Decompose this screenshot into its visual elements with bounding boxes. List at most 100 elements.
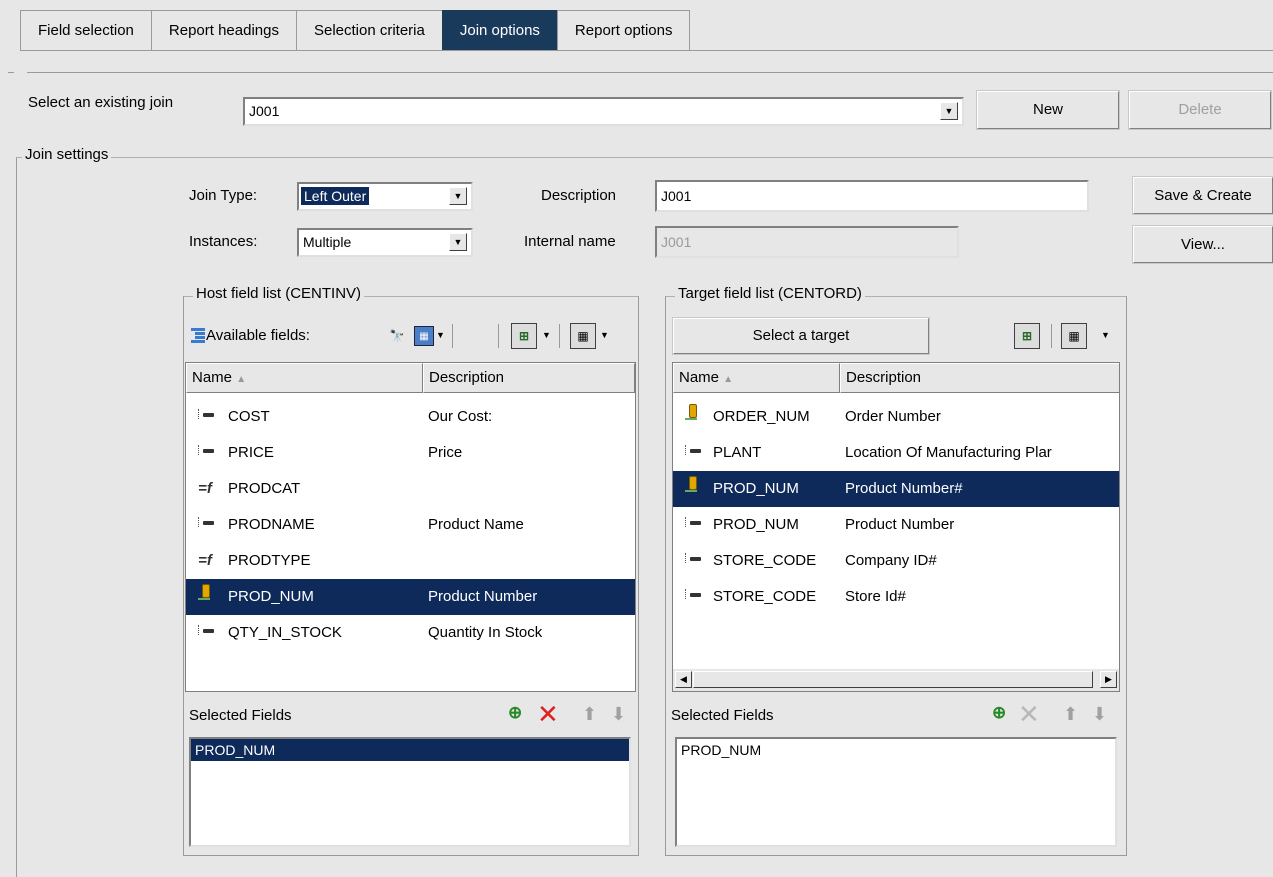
move-up-icon[interactable]: ⬆ (1063, 704, 1078, 724)
table-row[interactable]: ORDER_NUM Order Number (673, 399, 1119, 435)
save-create-button[interactable]: Save & Create (1132, 176, 1273, 215)
chevron-down-icon[interactable]: ▼ (436, 330, 445, 340)
tree-view-icon[interactable]: ⊞ (1014, 323, 1040, 349)
host-field-table: Name ▲ Description COST Our Cost: PRICE Pri… (185, 362, 636, 692)
field-name: PROD_NUM (228, 588, 314, 605)
field-description: Store Id# (845, 588, 906, 605)
binoculars-icon[interactable]: 🔭 (386, 326, 408, 348)
view-button[interactable]: View... (1132, 225, 1273, 264)
chevron-down-icon[interactable]: ▼ (600, 330, 609, 340)
delete-button[interactable]: Delete (1128, 90, 1272, 130)
key-icon (681, 471, 703, 507)
field-icon (194, 507, 216, 543)
join-settings-legend: Join settings (22, 146, 112, 163)
add-field-icon[interactable]: ⊕ (992, 703, 1006, 723)
field-icon (681, 435, 703, 471)
join-type-select[interactable]: Left Outer ▼ (297, 182, 473, 211)
existing-join-label: Select an existing join (28, 94, 174, 111)
target-field-list-legend: Target field list (CENTORD) (675, 285, 865, 302)
table-row[interactable]: =f PRODTYPE (186, 543, 635, 579)
table-row[interactable]: PROD_NUM Product Number# (673, 471, 1119, 507)
tab-field-selection[interactable]: Field selection (20, 10, 152, 50)
list-icon (191, 328, 205, 344)
chevron-down-icon[interactable]: ▼ (449, 233, 467, 251)
field-description: Product Number (845, 516, 955, 533)
host-field-list-legend: Host field list (CENTINV) (193, 285, 365, 302)
target-col-name-label: Name (679, 369, 720, 386)
scroll-right-icon[interactable]: ▶ (1100, 671, 1117, 688)
sort-asc-icon: ▲ (236, 374, 247, 385)
instances-value: Multiple (303, 234, 352, 250)
field-icon (681, 507, 703, 543)
host-col-desc-header[interactable]: Description (423, 363, 635, 393)
available-fields-label: Available fields: (206, 327, 310, 344)
tab-selection-criteria[interactable]: Selection criteria (295, 10, 443, 50)
instances-label: Instances: (189, 233, 258, 250)
existing-join-select[interactable]: J001 ▼ (243, 97, 964, 126)
table-row[interactable]: =f PRODCAT (186, 471, 635, 507)
delete-field-icon[interactable]: ✕ (537, 700, 559, 728)
target-selected-fields-list[interactable]: PROD_NUM (675, 737, 1117, 847)
delete-field-icon[interactable]: ✕ (1018, 700, 1040, 728)
toolbar-divider (1051, 324, 1052, 348)
target-selected-fields-label: Selected Fields (671, 707, 774, 724)
field-name: STORE_CODE (713, 552, 817, 569)
function-icon: =f (198, 480, 212, 497)
host-col-name-header[interactable]: Name ▲ (186, 363, 423, 393)
scrollbar-thumb[interactable] (693, 671, 1093, 688)
new-button[interactable]: New (976, 90, 1120, 130)
field-icon (194, 399, 216, 435)
table-row[interactable]: COST Our Cost: (186, 399, 635, 435)
chevron-down-icon[interactable]: ▼ (542, 330, 551, 340)
field-description: Location Of Manufacturing Plar (845, 444, 1052, 461)
key-icon (681, 399, 703, 435)
list-item[interactable]: PROD_NUM (677, 739, 1115, 761)
internal-name-label: Internal name (524, 233, 616, 250)
field-name: PRICE (228, 444, 274, 461)
table-row[interactable]: STORE_CODE Store Id# (673, 579, 1119, 615)
field-name: PROD_NUM (713, 480, 799, 497)
field-icon (194, 435, 216, 471)
calculator-icon[interactable]: ▦ (414, 326, 434, 346)
instances-select[interactable]: Multiple ▼ (297, 228, 473, 257)
grid-view-icon[interactable]: ▦ (1061, 323, 1087, 349)
tree-view-icon[interactable]: ⊞ (511, 323, 537, 349)
table-row[interactable]: PLANT Location Of Manufacturing Plar (673, 435, 1119, 471)
chevron-down-icon[interactable]: ▼ (1101, 330, 1110, 340)
table-row[interactable]: STORE_CODE Company ID# (673, 543, 1119, 579)
table-row[interactable]: PRICE Price (186, 435, 635, 471)
toolbar-divider (498, 324, 499, 348)
list-item[interactable]: PROD_NUM (191, 739, 629, 761)
host-selected-fields-list[interactable]: PROD_NUM (189, 737, 631, 847)
chevron-down-icon[interactable]: ▼ (449, 187, 467, 205)
table-row[interactable]: PRODNAME Product Name (186, 507, 635, 543)
internal-name-input[interactable]: J001 (655, 226, 959, 258)
tab-join-options[interactable]: Join options (441, 10, 558, 50)
sort-asc-icon: ▲ (723, 374, 734, 385)
add-field-icon[interactable]: ⊕ (508, 703, 522, 723)
table-row[interactable]: PROD_NUM Product Number (186, 579, 635, 615)
select-target-button[interactable]: Select a target (672, 317, 930, 355)
tab-report-headings[interactable]: Report headings (150, 10, 297, 50)
move-down-icon[interactable]: ⬇ (611, 704, 626, 724)
move-up-icon[interactable]: ⬆ (582, 704, 597, 724)
host-col-name-label: Name (192, 369, 233, 386)
scroll-left-icon[interactable]: ◀ (675, 671, 692, 688)
move-down-icon[interactable]: ⬇ (1092, 704, 1107, 724)
target-col-name-header[interactable]: Name ▲ (673, 363, 840, 393)
field-description: Price (428, 444, 463, 461)
table-row[interactable]: QTY_IN_STOCK Quantity In Stock (186, 615, 635, 651)
tab-report-options[interactable]: Report options (556, 10, 691, 50)
horizontal-scrollbar[interactable]: ◀ ▶ (673, 669, 1119, 691)
field-description: Company ID# (845, 552, 937, 569)
table-row[interactable]: PROD_NUM Product Number (673, 507, 1119, 543)
existing-join-value: J001 (249, 103, 280, 119)
tab-bar: Field selection Report headings Selectio… (20, 10, 691, 50)
field-description: Product Number (428, 588, 538, 605)
field-name: PRODTYPE (228, 552, 311, 569)
chevron-down-icon[interactable]: ▼ (940, 102, 958, 120)
grid-view-icon[interactable]: ▦ (570, 323, 596, 349)
description-input[interactable]: J001 (655, 180, 1089, 212)
field-description: Product Name (428, 516, 524, 533)
target-col-desc-header[interactable]: Description (840, 363, 1119, 393)
